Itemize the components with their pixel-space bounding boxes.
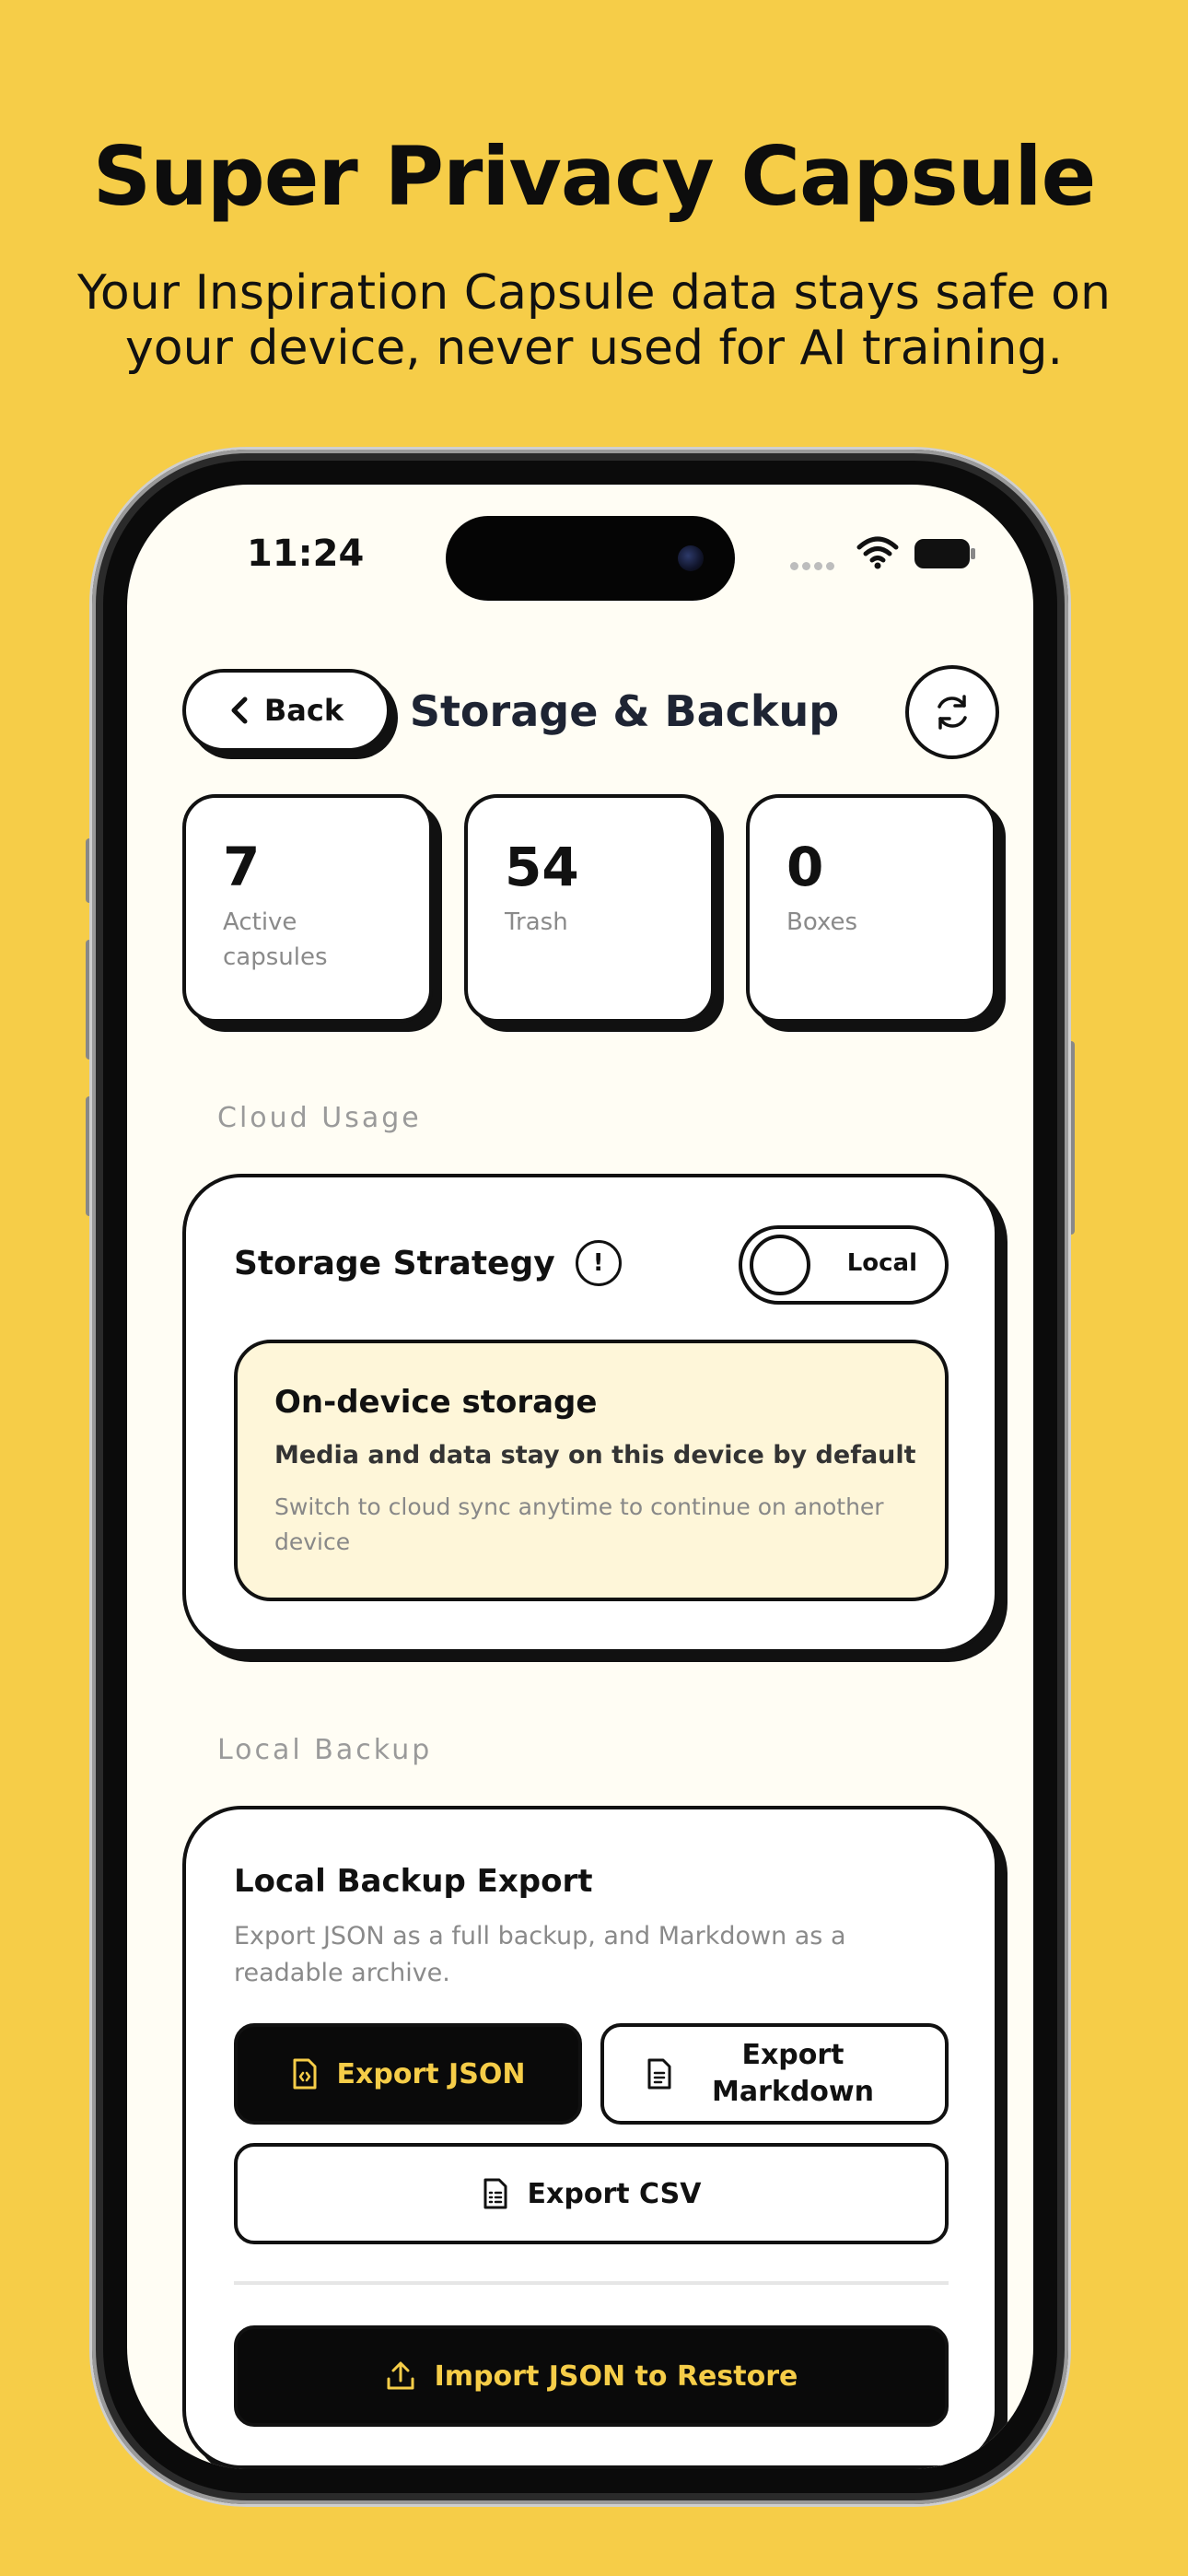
signal-icon bbox=[790, 556, 838, 574]
on-device-storage-notice: On-device storage Media and data stay on… bbox=[234, 1340, 949, 1601]
storage-strategy-heading: Storage Strategy ! bbox=[234, 1240, 622, 1286]
notice-secondary-text: Switch to cloud sync anytime to continue… bbox=[274, 1493, 884, 1555]
local-backup-description: Export JSON as a full backup, and Markdo… bbox=[234, 1922, 846, 1987]
import-json-button[interactable]: Import JSON to Restore bbox=[234, 2325, 949, 2427]
chevron-left-icon bbox=[231, 697, 248, 724]
phone-bezel: 11:24 Back Storage & Backup 7 Active cap… bbox=[103, 461, 1057, 2493]
export-markdown-label: Export Markdown bbox=[711, 2039, 874, 2108]
notice-primary-text: Media and data stay on this device by de… bbox=[274, 1441, 916, 1469]
toggle-label: Local bbox=[846, 1249, 917, 1277]
upload-icon bbox=[387, 2361, 414, 2390]
storage-strategy-card: Storage Strategy ! Local On-device stora… bbox=[182, 1174, 998, 1653]
stat-label: Active capsules bbox=[223, 908, 328, 971]
page-title: Storage & Backup bbox=[409, 686, 840, 736]
export-csv-label: Export CSV bbox=[527, 2177, 702, 2210]
back-button[interactable]: Back bbox=[182, 669, 390, 752]
phone-frame: 11:24 Back Storage & Backup 7 Active cap… bbox=[92, 450, 1068, 2504]
back-button-label: Back bbox=[263, 693, 344, 728]
export-json-button[interactable]: Export JSON bbox=[234, 2023, 582, 2125]
local-backup-card: Local Backup Export Export JSON as a ful… bbox=[182, 1806, 998, 2469]
stat-card-active-capsules: 7 Active capsules bbox=[182, 794, 433, 1023]
status-indicators bbox=[790, 536, 1002, 573]
stat-label: Boxes bbox=[786, 908, 858, 936]
hero-subtitle-line-2: your device, never used for AI training. bbox=[125, 321, 1063, 376]
refresh-button[interactable] bbox=[905, 665, 999, 759]
csv-file-icon bbox=[483, 2178, 507, 2209]
section-label-local-backup: Local Backup bbox=[217, 1734, 433, 1766]
hero-title: Super Privacy Capsule bbox=[92, 129, 1097, 224]
toggle-knob bbox=[750, 1235, 810, 1295]
stat-label: Trash bbox=[505, 908, 568, 936]
section-divider bbox=[234, 2281, 949, 2285]
json-file-icon bbox=[293, 2058, 317, 2090]
stat-value: 7 bbox=[223, 836, 261, 898]
export-markdown-button[interactable]: Export Markdown bbox=[600, 2023, 949, 2125]
wifi-icon bbox=[856, 536, 899, 569]
stat-card-trash: 54 Trash bbox=[464, 794, 715, 1023]
import-json-label: Import JSON to Restore bbox=[434, 2359, 798, 2393]
dynamic-island bbox=[446, 516, 735, 601]
notice-title: On-device storage bbox=[274, 1384, 598, 1421]
app-screen: 11:24 Back Storage & Backup 7 Active cap… bbox=[127, 485, 1033, 2469]
export-csv-button[interactable]: Export CSV bbox=[234, 2143, 949, 2244]
phone-power-button bbox=[1067, 1041, 1075, 1235]
stat-value: 54 bbox=[505, 836, 579, 898]
info-icon[interactable]: ! bbox=[575, 1240, 622, 1286]
refresh-icon bbox=[938, 695, 967, 730]
hero-subtitle-line-1: Your Inspiration Capsule data stays safe… bbox=[77, 265, 1111, 321]
hero-subtitle: Your Inspiration Capsule data stays safe… bbox=[37, 265, 1151, 376]
storage-mode-toggle[interactable]: Local bbox=[739, 1225, 949, 1305]
stat-value: 0 bbox=[786, 836, 824, 898]
storage-strategy-label: Storage Strategy bbox=[234, 1244, 555, 1282]
stat-card-boxes: 0 Boxes bbox=[746, 794, 996, 1023]
camera-icon bbox=[678, 545, 704, 571]
local-backup-title: Local Backup Export bbox=[234, 1863, 593, 1900]
section-label-cloud-usage: Cloud Usage bbox=[217, 1102, 422, 1134]
battery-icon bbox=[914, 539, 975, 568]
document-icon bbox=[647, 2058, 671, 2090]
status-time: 11:24 bbox=[247, 533, 365, 575]
export-json-label: Export JSON bbox=[336, 2057, 526, 2090]
